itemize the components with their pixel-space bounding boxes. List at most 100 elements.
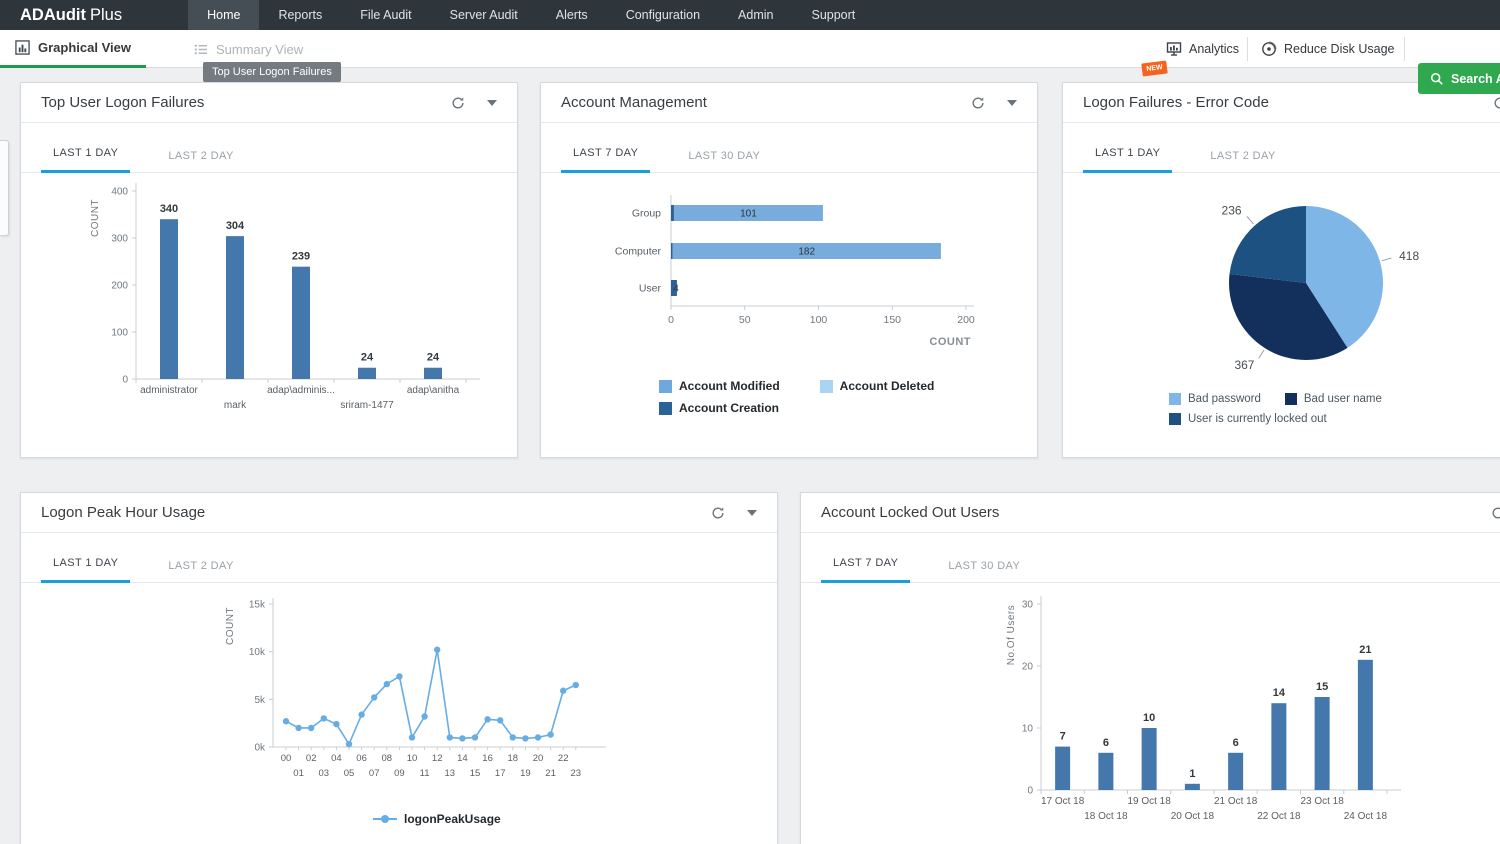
svg-text:16: 16 (482, 753, 493, 764)
svg-text:239: 239 (292, 251, 310, 263)
logon-failures-error-code-chart: 418367236 (1063, 175, 1500, 393)
svg-text:7: 7 (1060, 731, 1066, 743)
legend-swatch (820, 380, 833, 393)
card-tabs: LAST 7 DAY LAST 30 DAY (801, 533, 1500, 583)
search-archive-button[interactable]: Search Arch (1418, 63, 1500, 94)
svg-text:304: 304 (226, 220, 245, 232)
list-icon (193, 42, 208, 57)
svg-text:21 Oct 18: 21 Oct 18 (1214, 796, 1258, 807)
svg-text:15: 15 (470, 768, 481, 779)
account-management-chart: 050100150200COUNTGroup2101Computer1182Us… (541, 175, 1037, 375)
nav-item-file-audit[interactable]: File Audit (341, 0, 430, 30)
legend-label: Account Creation (679, 401, 779, 415)
svg-text:Group: Group (632, 208, 661, 220)
svg-text:13: 13 (445, 768, 456, 779)
svg-text:101: 101 (740, 209, 757, 220)
svg-text:18: 18 (508, 753, 519, 764)
card-title: Logon Failures - Error Code (1083, 94, 1269, 111)
tab-last-2-day[interactable]: LAST 2 DAY (156, 150, 245, 173)
svg-text:00: 00 (281, 753, 292, 764)
chevron-down-icon[interactable] (747, 510, 757, 516)
svg-text:User: User (639, 283, 662, 295)
svg-text:04: 04 (331, 753, 342, 764)
card-title: Logon Peak Hour Usage (41, 504, 205, 521)
card-title: Account Locked Out Users (821, 504, 999, 521)
nav-item-alerts[interactable]: Alerts (537, 0, 607, 30)
refresh-icon[interactable] (451, 96, 465, 110)
nav-item-server-audit[interactable]: Server Audit (431, 0, 537, 30)
logon-peak-hour-usage-chart: 0k5k10k15k000102030405060708091011121314… (21, 593, 777, 843)
svg-text:5k: 5k (254, 695, 266, 706)
svg-text:19: 19 (520, 768, 531, 779)
svg-text:100: 100 (810, 314, 828, 326)
svg-text:10: 10 (407, 753, 418, 764)
svg-text:182: 182 (798, 247, 815, 258)
chevron-down-icon[interactable] (487, 100, 497, 106)
tab-last-2-day[interactable]: LAST 2 DAY (1198, 150, 1287, 173)
svg-text:1: 1 (1189, 768, 1195, 780)
card-title: Account Management (561, 94, 707, 111)
tab-last-30-day[interactable]: LAST 30 DAY (936, 560, 1032, 583)
nav-item-home[interactable]: Home (188, 0, 259, 30)
nav-item-configuration[interactable]: Configuration (607, 0, 719, 30)
refresh-icon[interactable] (971, 96, 985, 110)
tab-last-1-day[interactable]: LAST 1 DAY (41, 557, 130, 583)
tooltip: Top User Logon Failures (203, 62, 341, 82)
legend-label: User is currently locked out (1188, 413, 1327, 425)
svg-text:14: 14 (1273, 687, 1286, 699)
card-account-management: Account Management LAST 7 DAY LAST 30 DA… (540, 82, 1038, 458)
svg-text:24 Oct 18: 24 Oct 18 (1344, 811, 1388, 822)
tab-last-30-day[interactable]: LAST 30 DAY (676, 150, 772, 173)
analytics-button[interactable]: Analytics (1166, 30, 1239, 68)
graphical-view-label: Graphical View (38, 40, 131, 55)
svg-text:administrator: administrator (140, 385, 198, 396)
logon-failures-legend: Bad passwordBad user name User is curren… (1169, 393, 1382, 425)
chevron-down-icon[interactable] (1007, 100, 1017, 106)
svg-text:6: 6 (1103, 737, 1109, 749)
svg-text:21: 21 (545, 768, 556, 779)
reduce-disk-usage-label: Reduce Disk Usage (1284, 42, 1394, 56)
toolbar-divider (1404, 37, 1405, 61)
tab-last-1-day[interactable]: LAST 1 DAY (41, 147, 130, 173)
tab-last-1-day[interactable]: LAST 1 DAY (1083, 147, 1172, 173)
reduce-disk-usage-button[interactable]: Reduce Disk Usage (1261, 30, 1394, 68)
legend-label: Account Deleted (840, 379, 935, 393)
svg-text:10: 10 (1143, 712, 1155, 724)
top-nav: ADAuditPlus Home Reports File Audit Serv… (0, 0, 1500, 30)
legend-label: Bad user name (1304, 393, 1382, 405)
legend-item: Bad user name (1285, 393, 1382, 405)
graphical-view-toggle[interactable]: Graphical View (0, 30, 146, 68)
sidebar-collapse-handle[interactable] (0, 140, 9, 236)
refresh-icon[interactable] (1491, 506, 1500, 520)
svg-text:0: 0 (122, 375, 128, 386)
svg-text:17 Oct 18: 17 Oct 18 (1041, 796, 1085, 807)
tab-last-7-day[interactable]: LAST 7 DAY (821, 557, 910, 583)
tab-last-2-day[interactable]: LAST 2 DAY (156, 560, 245, 583)
card-header: Top User Logon Failures (21, 83, 517, 123)
search-archive-label: Search Arch (1451, 72, 1500, 86)
svg-text:300: 300 (111, 234, 128, 245)
legend-item: Account Deleted (820, 379, 935, 393)
svg-text:Computer: Computer (615, 246, 662, 258)
app-logo[interactable]: ADAuditPlus (0, 0, 142, 30)
refresh-icon[interactable] (1493, 96, 1500, 110)
svg-text:11: 11 (420, 768, 430, 779)
svg-text:adap\anitha: adap\anitha (407, 385, 460, 396)
brand-rest: Plus (90, 6, 122, 24)
card-tabs: LAST 1 DAY LAST 2 DAY (21, 123, 517, 173)
tab-last-7-day[interactable]: LAST 7 DAY (561, 147, 650, 173)
svg-text:logonPeakUsage: logonPeakUsage (404, 812, 501, 826)
svg-text:18 Oct 18: 18 Oct 18 (1084, 811, 1128, 822)
svg-text:15: 15 (1316, 681, 1328, 693)
nav-item-admin[interactable]: Admin (719, 0, 792, 30)
nav-item-reports[interactable]: Reports (259, 0, 341, 30)
svg-text:mark: mark (224, 400, 247, 411)
svg-text:340: 340 (160, 203, 178, 215)
card-logon-peak-hour-usage: Logon Peak Hour Usage LAST 1 DAY LAST 2 … (20, 492, 778, 844)
svg-text:08: 08 (382, 753, 393, 764)
svg-text:sriram-1477: sriram-1477 (340, 400, 394, 411)
nav-item-support[interactable]: Support (792, 0, 874, 30)
legend-swatch (1285, 393, 1297, 405)
svg-text:4: 4 (673, 284, 679, 295)
refresh-icon[interactable] (711, 506, 725, 520)
